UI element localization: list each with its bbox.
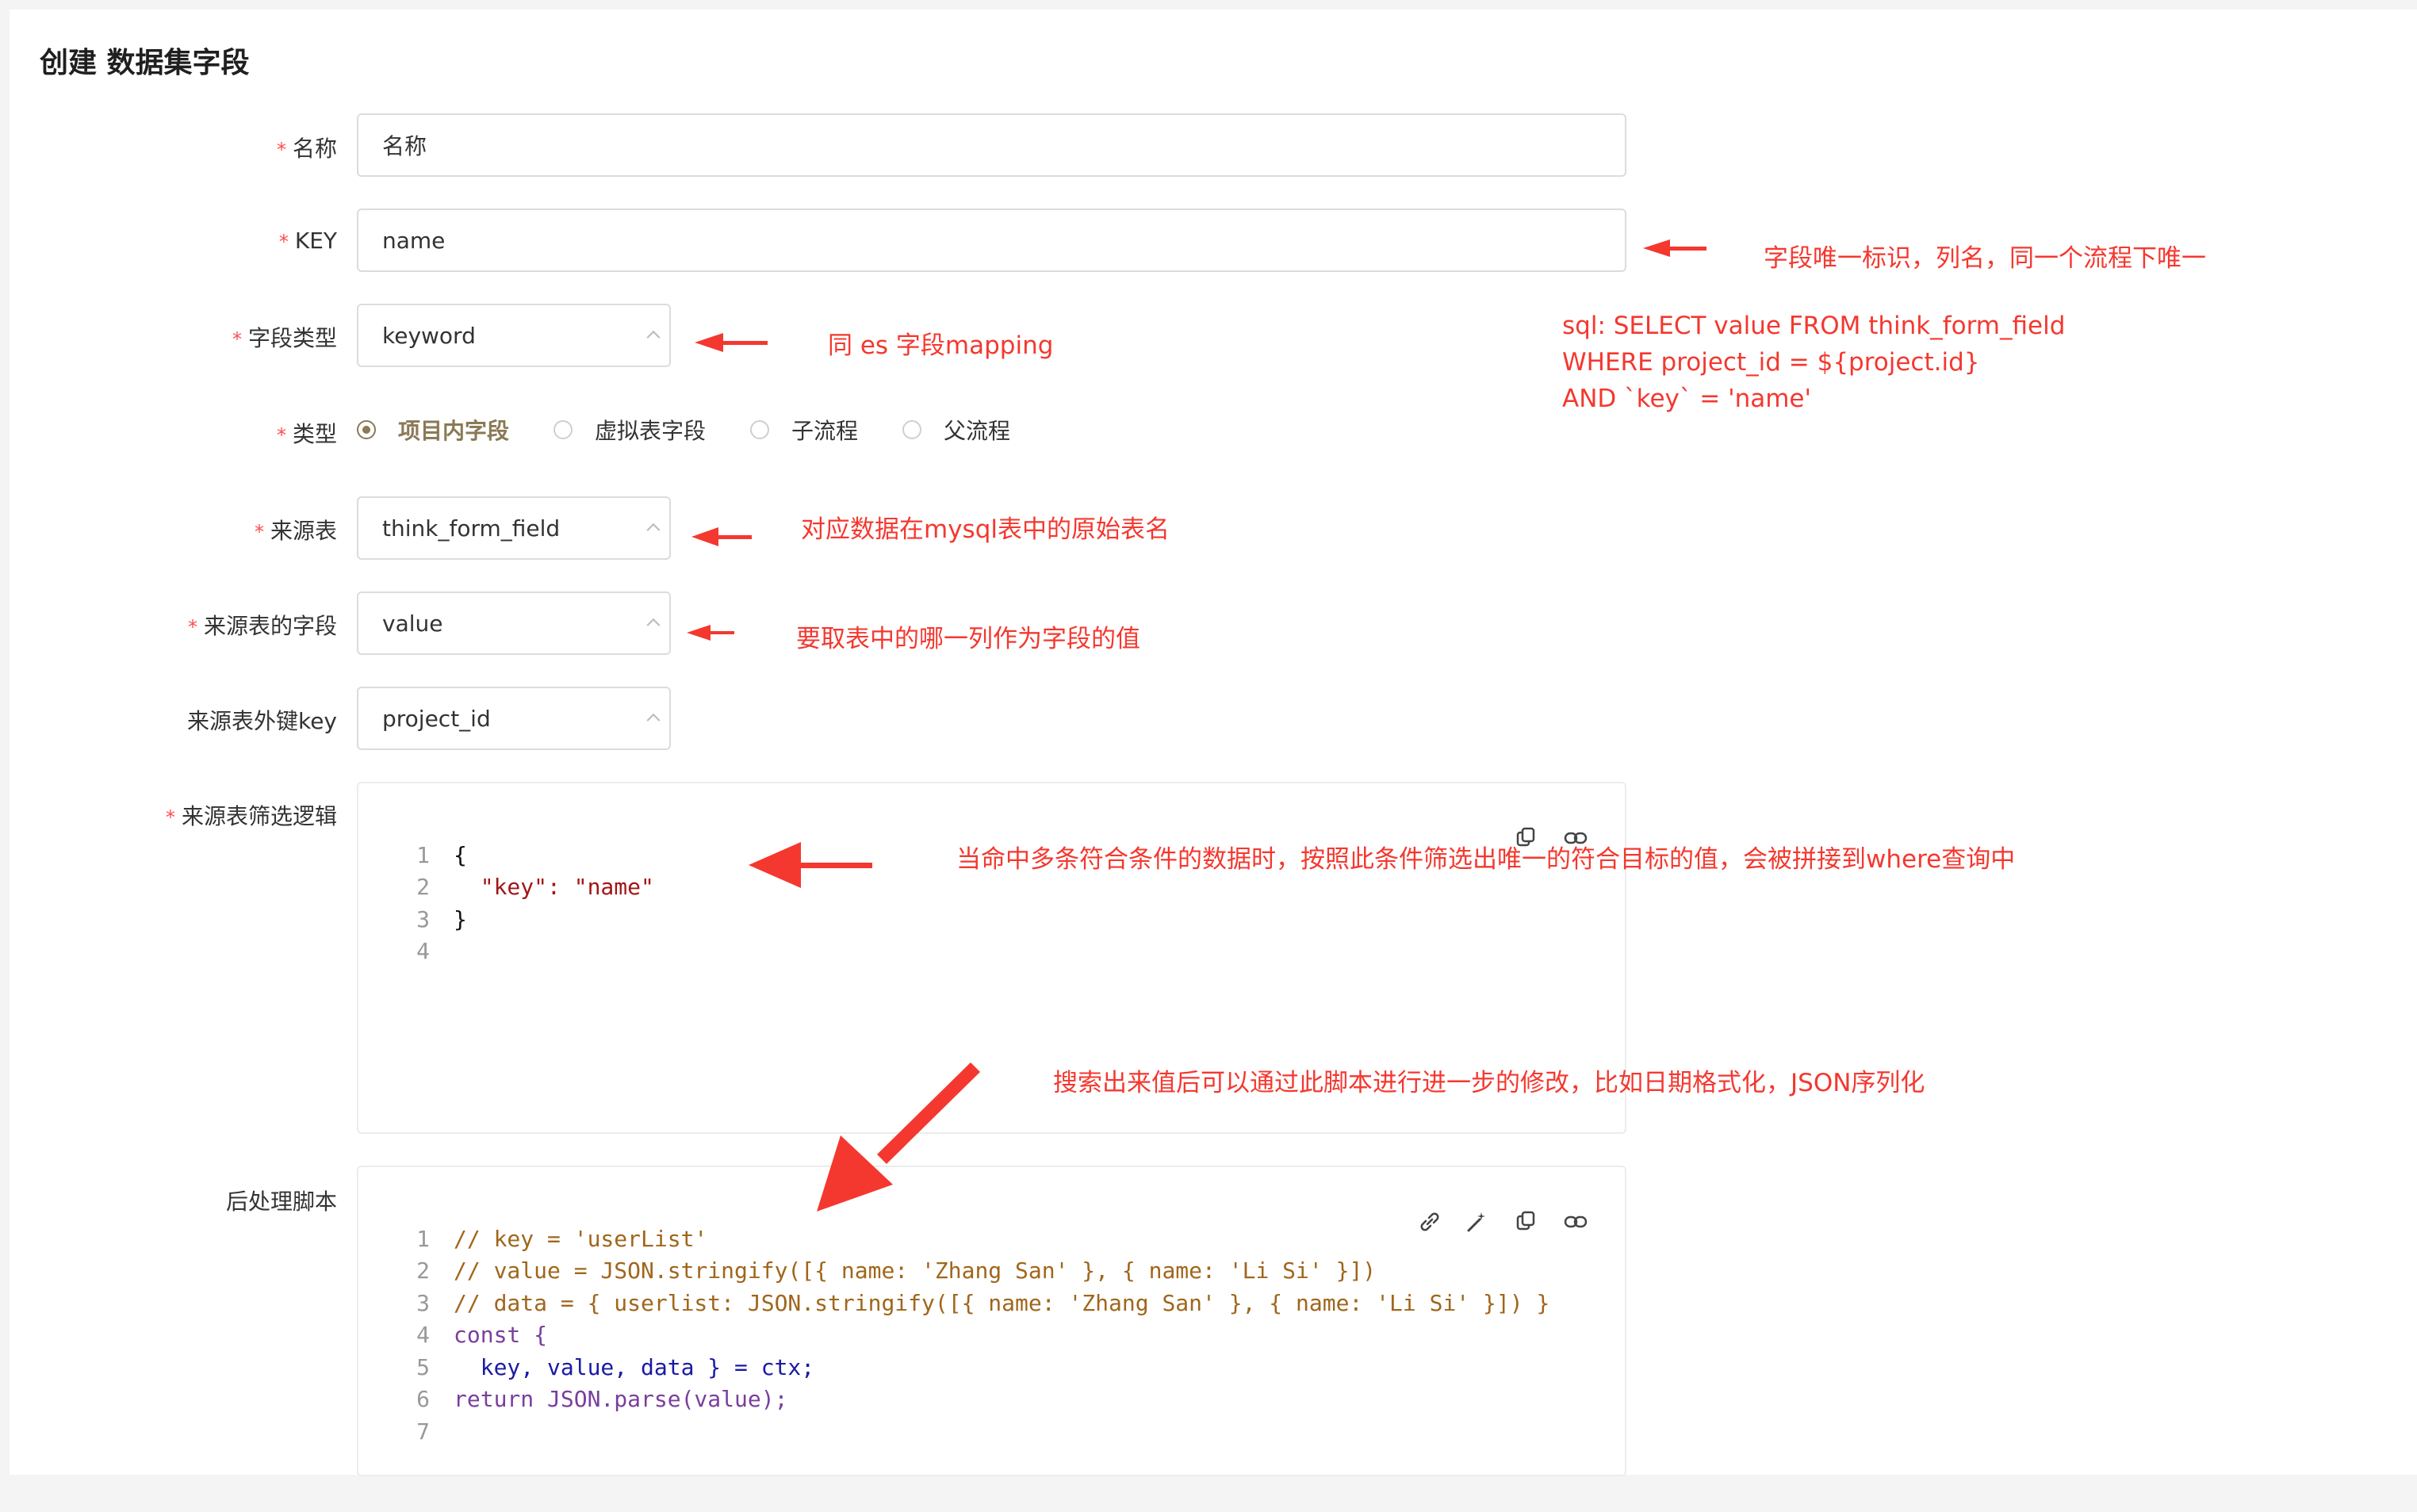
- arrow-icon: [817, 1062, 980, 1212]
- arrow-icon: [691, 527, 752, 546]
- annotation-arrows: [687, 239, 1706, 1212]
- arrow-icon: [695, 333, 768, 352]
- arrow-icon: [1643, 239, 1706, 257]
- arrow-icon: [749, 842, 872, 888]
- arrow-icon: [687, 625, 734, 641]
